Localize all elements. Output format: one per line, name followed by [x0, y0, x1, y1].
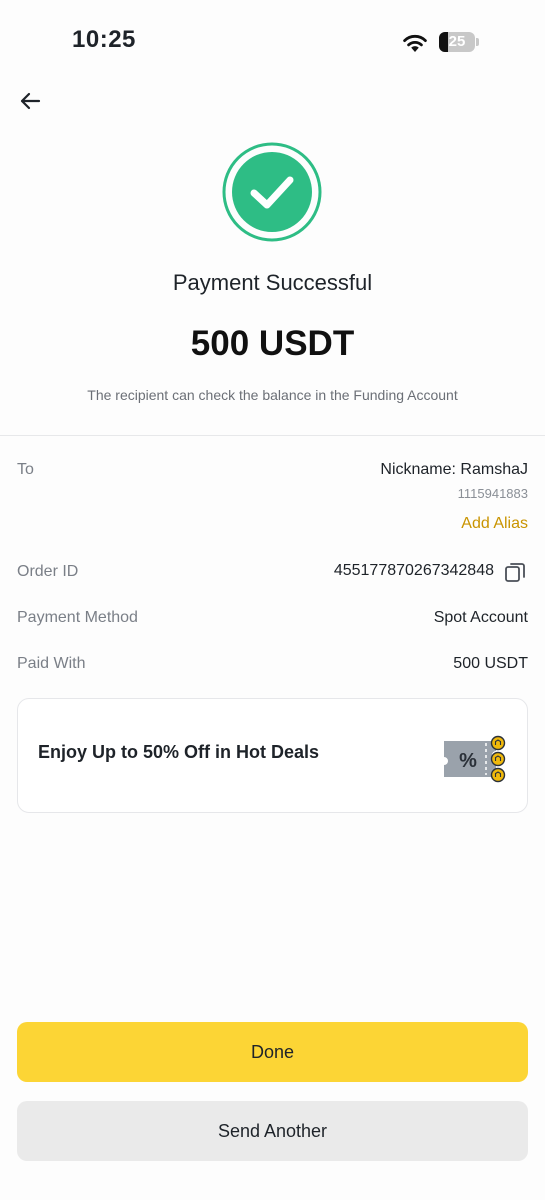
battery-icon: 25 [439, 32, 479, 52]
payment-subtitle: The recipient can check the balance in t… [87, 387, 458, 403]
recipient-nickname: Nickname: RamshaJ [380, 461, 528, 478]
battery-level: 25 [448, 33, 466, 50]
divider [0, 435, 545, 436]
copy-icon[interactable] [503, 560, 527, 584]
arrow-left-icon [20, 92, 41, 110]
wifi-icon [403, 34, 427, 52]
order-id-label: Order ID [17, 563, 79, 580]
coupon-icon: % [444, 735, 506, 783]
payment-method-label: Payment Method [17, 609, 138, 626]
paid-with-label: Paid With [17, 655, 86, 672]
payment-amount: 500 USDT [190, 324, 355, 363]
to-label: To [17, 461, 34, 478]
payment-success-screen: 10:25 25 Payment Successful 500 USDT The… [0, 0, 545, 1200]
payment-method-value: Spot Account [433, 609, 528, 626]
svg-text:%: % [459, 750, 477, 772]
back-button[interactable] [14, 86, 46, 116]
send-another-button[interactable]: Send Another [17, 1101, 528, 1161]
paid-with-value: 500 USDT [453, 655, 528, 672]
order-id-value: 455177870267342848 [333, 562, 494, 579]
status-time: 10:25 [72, 26, 136, 53]
hot-deals-banner[interactable]: Enjoy Up to 50% Off in Hot Deals % [17, 698, 528, 813]
check-circle-icon [222, 142, 322, 242]
page-title: Payment Successful [172, 270, 373, 295]
promo-text: Enjoy Up to 50% Off in Hot Deals [38, 742, 320, 762]
add-alias-link[interactable]: Add Alias [461, 515, 528, 533]
done-button[interactable]: Done [17, 1022, 528, 1082]
recipient-uid: 1115941883 [457, 486, 528, 501]
status-bar: 10:25 25 [0, 0, 545, 80]
